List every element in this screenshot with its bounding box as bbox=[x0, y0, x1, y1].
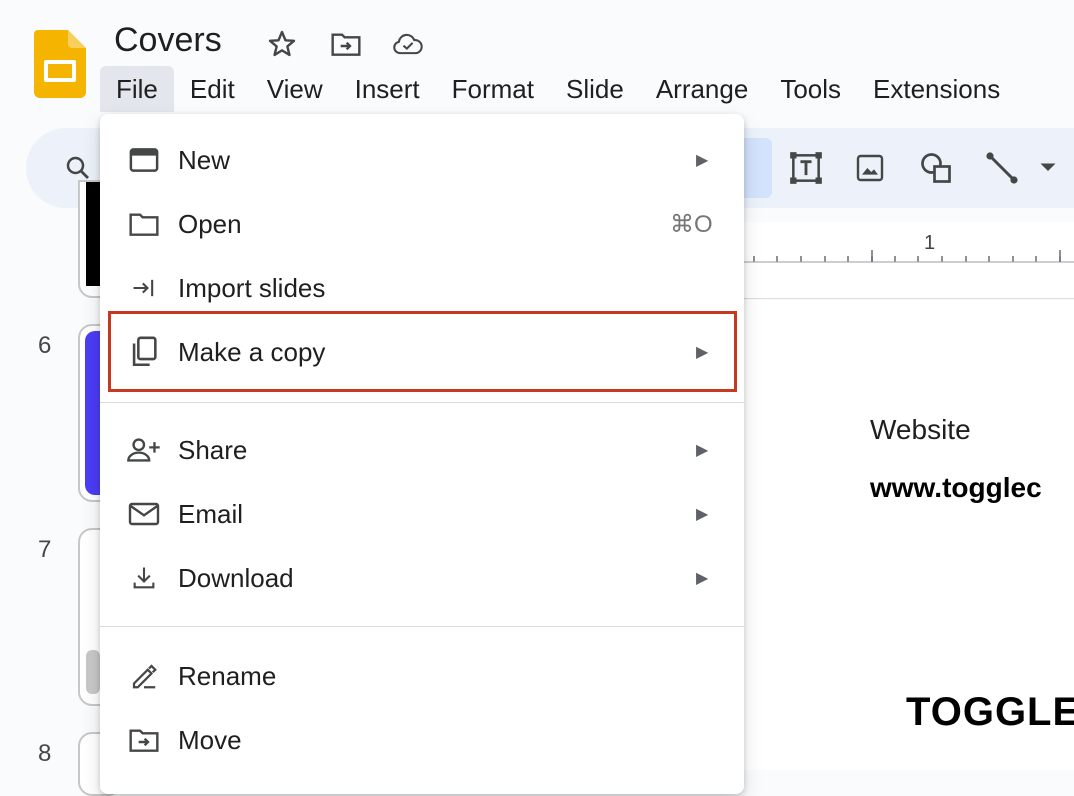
menu-item-label: New bbox=[178, 144, 231, 175]
menu-item-rename[interactable]: Rename bbox=[100, 644, 744, 708]
download-icon bbox=[126, 560, 162, 596]
line-dropdown-icon[interactable] bbox=[1030, 146, 1066, 190]
menu-item-label: Open bbox=[178, 208, 242, 239]
menu-tools[interactable]: Tools bbox=[764, 66, 857, 112]
menu-format[interactable]: Format bbox=[436, 66, 550, 112]
menu-item-move[interactable]: Move bbox=[100, 708, 744, 772]
menu-file[interactable]: File bbox=[100, 66, 174, 112]
cloud-saved-icon[interactable] bbox=[392, 28, 424, 60]
submenu-arrow-icon: ▶ bbox=[696, 570, 709, 587]
menu-edit[interactable]: Edit bbox=[174, 66, 251, 112]
menu-slide[interactable]: Slide bbox=[550, 66, 640, 112]
slides-icon bbox=[126, 142, 162, 178]
import-icon bbox=[126, 270, 162, 306]
slide-website-label[interactable]: Website bbox=[870, 414, 971, 446]
slide-brand-text[interactable]: TOGGLE bbox=[906, 690, 1074, 735]
document-title[interactable]: Covers bbox=[114, 20, 222, 60]
text-box-icon[interactable] bbox=[784, 146, 828, 190]
menu-item-email[interactable]: Email ▶ bbox=[100, 482, 744, 546]
menu-insert[interactable]: Insert bbox=[339, 66, 436, 112]
folder-icon bbox=[126, 206, 162, 242]
menubar: File Edit View Insert Format Slide Arran… bbox=[100, 66, 1016, 112]
menu-arrange[interactable]: Arrange bbox=[640, 66, 765, 112]
menu-item-label: Rename bbox=[178, 660, 277, 691]
menu-item-label: Import slides bbox=[178, 272, 326, 303]
move-folder-icon[interactable] bbox=[330, 28, 362, 60]
shape-icon[interactable] bbox=[914, 146, 958, 190]
menu-item-download[interactable]: Download ▶ bbox=[100, 546, 744, 610]
highlight-annotation-box bbox=[108, 311, 737, 392]
rename-icon bbox=[126, 658, 162, 694]
file-menu: New ▶ Open ⌘O Import slides Make a copy … bbox=[100, 114, 744, 794]
menu-item-share[interactable]: Share ▶ bbox=[100, 418, 744, 482]
ruler-mark-label: 1 bbox=[924, 232, 936, 254]
menu-divider bbox=[100, 402, 744, 403]
submenu-arrow-icon: ▶ bbox=[696, 152, 709, 169]
menu-item-new[interactable]: New ▶ bbox=[100, 128, 744, 192]
slide-number: 7 bbox=[38, 536, 52, 563]
menu-extensions[interactable]: Extensions bbox=[857, 66, 1016, 112]
menu-view[interactable]: View bbox=[251, 66, 339, 112]
star-icon[interactable] bbox=[266, 28, 298, 60]
menu-divider bbox=[100, 626, 744, 627]
submenu-arrow-icon: ▶ bbox=[696, 506, 709, 523]
submenu-arrow-icon: ▶ bbox=[696, 442, 709, 459]
email-icon bbox=[126, 496, 162, 532]
menu-item-label: Move bbox=[178, 724, 242, 755]
slide-number: 6 bbox=[38, 332, 52, 359]
slide-number: 8 bbox=[38, 740, 52, 767]
move-folder-icon bbox=[126, 722, 162, 758]
menu-item-label: Download bbox=[178, 562, 294, 593]
image-icon[interactable] bbox=[848, 146, 892, 190]
line-icon[interactable] bbox=[980, 146, 1024, 190]
slides-logo[interactable] bbox=[34, 30, 86, 98]
horizontal-ruler bbox=[744, 222, 1074, 299]
share-person-icon bbox=[126, 432, 162, 468]
menu-item-label: Share bbox=[178, 434, 248, 465]
slide-url-text[interactable]: www.togglec bbox=[870, 472, 1042, 504]
menu-item-label: Email bbox=[178, 498, 244, 529]
menu-item-open[interactable]: Open ⌘O bbox=[100, 192, 744, 256]
shortcut-label: ⌘O bbox=[670, 210, 713, 238]
